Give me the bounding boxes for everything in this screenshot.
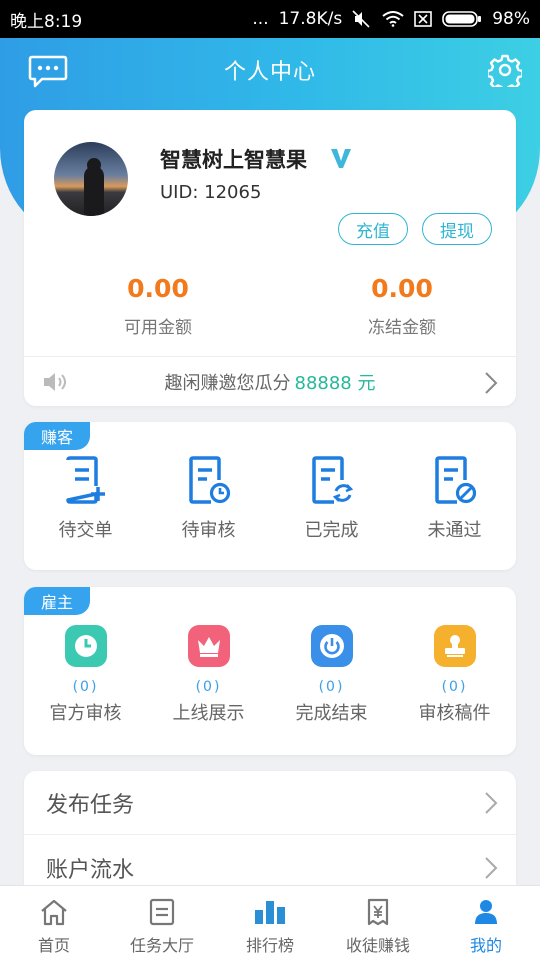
publish-task-label: 发布任务 bbox=[46, 792, 135, 818]
crown-icon bbox=[187, 625, 230, 667]
official-review-item[interactable]: (0) 官方审核 bbox=[24, 621, 147, 725]
nav-mine[interactable]: 我的 bbox=[432, 886, 540, 960]
ranking-icon bbox=[255, 901, 285, 924]
message-button[interactable] bbox=[28, 55, 68, 89]
recharge-button[interactable]: 充值 bbox=[338, 213, 408, 245]
stamp-icon bbox=[433, 625, 476, 667]
doc-clock-icon bbox=[188, 456, 230, 504]
profile-card: 智慧树上智慧果 UID: 12065 充值 提现 0.00 可用金额 0.00 … bbox=[24, 110, 516, 406]
nav-mine-label: 我的 bbox=[469, 936, 502, 955]
status-right: ... 17.8K/s 98% bbox=[252, 9, 530, 29]
pending-review-label: 待审核 bbox=[181, 520, 236, 541]
online-display-item[interactable]: (0) 上线展示 bbox=[147, 621, 270, 725]
review-drafts-item[interactable]: (0) 审核稿件 bbox=[393, 621, 516, 725]
doc-plus-icon bbox=[65, 456, 105, 504]
doc-refresh-icon bbox=[311, 456, 353, 504]
nav-recruit[interactable]: 收徒赚钱 bbox=[324, 886, 432, 960]
employer-grid: (0) 官方审核 (0) 上线展示 (0) 完成结束 (0) 审核稿件 bbox=[24, 621, 516, 725]
wifi-icon bbox=[382, 11, 404, 27]
earner-tag: 赚客 bbox=[24, 422, 90, 450]
official-review-count: (0) bbox=[72, 679, 99, 695]
employer-section: 雇主 (0) 官方审核 (0) 上线展示 (0) 完成结束 (0) 审核稿件 bbox=[24, 587, 516, 755]
status-bar: 晚上8:19 ... 17.8K/s 98% bbox=[0, 0, 540, 38]
avatar[interactable] bbox=[54, 142, 128, 216]
chevron-right-icon bbox=[485, 372, 498, 394]
gear-icon bbox=[486, 54, 524, 93]
official-review-label: 官方审核 bbox=[49, 703, 122, 724]
battery-level: 98% bbox=[492, 9, 530, 29]
top-bar: 个人中心 bbox=[0, 38, 540, 102]
notice-text: 趣闲赚邀您瓜分 bbox=[164, 372, 291, 394]
pending-submit-label: 待交单 bbox=[58, 520, 113, 541]
status-dots: ... bbox=[252, 9, 269, 29]
finished-label: 完成结束 bbox=[295, 703, 368, 724]
finished-item[interactable]: (0) 完成结束 bbox=[270, 621, 393, 725]
clock-icon bbox=[64, 625, 107, 667]
finished-count: (0) bbox=[318, 679, 345, 695]
avatar-figure-body bbox=[84, 166, 104, 216]
account-flow-label: 账户流水 bbox=[46, 858, 135, 883]
battery-icon bbox=[442, 10, 482, 28]
user-id: UID: 12065 bbox=[160, 182, 262, 203]
power-icon bbox=[310, 625, 353, 667]
nav-recruit-label: 收徒赚钱 bbox=[345, 936, 410, 955]
nav-task-hall-label: 任务大厅 bbox=[129, 936, 194, 955]
online-display-count: (0) bbox=[195, 679, 222, 695]
review-drafts-count: (0) bbox=[441, 679, 468, 695]
chevron-right-icon bbox=[485, 857, 498, 879]
mute-icon bbox=[352, 10, 372, 28]
money-icon bbox=[367, 898, 389, 926]
bottom-nav: 首页 任务大厅 排行榜 收徒赚钱 我的 bbox=[0, 885, 540, 960]
rejected-label: 未通过 bbox=[427, 520, 482, 541]
nav-home[interactable]: 首页 bbox=[0, 886, 108, 960]
settings-button[interactable] bbox=[486, 53, 524, 93]
notice-amount: 88888 元 bbox=[294, 372, 376, 394]
verified-v-icon bbox=[331, 149, 351, 168]
pending-review-item[interactable]: 待审核 bbox=[147, 456, 270, 542]
user-icon bbox=[475, 900, 497, 924]
earner-grid: 待交单 待审核 已完成 未通过 bbox=[24, 456, 516, 542]
frozen-amount: 0.00 bbox=[371, 274, 433, 303]
earner-section: 赚客 待交单 待审核 已完成 未通过 bbox=[24, 422, 516, 570]
online-display-label: 上线展示 bbox=[172, 703, 245, 724]
no-sim-icon bbox=[414, 11, 433, 27]
available-balance[interactable]: 0.00 可用金额 bbox=[58, 274, 258, 338]
nav-ranking[interactable]: 排行榜 bbox=[216, 886, 324, 960]
home-icon bbox=[41, 899, 67, 926]
available-label: 可用金额 bbox=[124, 318, 192, 338]
publish-task-row[interactable]: 发布任务 bbox=[24, 771, 516, 835]
username: 智慧树上智慧果 bbox=[160, 148, 307, 172]
withdraw-button[interactable]: 提现 bbox=[422, 213, 492, 245]
chevron-right-icon bbox=[485, 792, 498, 814]
employer-tag: 雇主 bbox=[24, 587, 90, 615]
invite-notice[interactable]: 趣闲赚邀您瓜分 88888 元 bbox=[24, 356, 516, 406]
pending-submit-item[interactable]: 待交单 bbox=[24, 456, 147, 542]
completed-item[interactable]: 已完成 bbox=[270, 456, 393, 542]
frozen-label: 冻结金额 bbox=[368, 318, 436, 338]
available-amount: 0.00 bbox=[127, 274, 189, 303]
frozen-balance[interactable]: 0.00 冻结金额 bbox=[302, 274, 502, 338]
nav-home-label: 首页 bbox=[37, 936, 70, 955]
chat-bubble-icon bbox=[28, 55, 68, 88]
completed-label: 已完成 bbox=[304, 520, 359, 541]
task-list-icon bbox=[149, 898, 175, 926]
speaker-icon bbox=[44, 373, 66, 391]
page-title: 个人中心 bbox=[223, 60, 316, 85]
nav-task-hall[interactable]: 任务大厅 bbox=[108, 886, 216, 960]
network-speed: 17.8K/s bbox=[278, 9, 343, 29]
review-drafts-label: 审核稿件 bbox=[418, 703, 491, 724]
rejected-item[interactable]: 未通过 bbox=[393, 456, 516, 542]
nav-ranking-label: 排行榜 bbox=[245, 936, 294, 955]
menu-list: 发布任务 账户流水 bbox=[24, 771, 516, 901]
doc-ban-icon bbox=[434, 456, 476, 504]
status-time: 晚上8:19 bbox=[10, 11, 83, 32]
